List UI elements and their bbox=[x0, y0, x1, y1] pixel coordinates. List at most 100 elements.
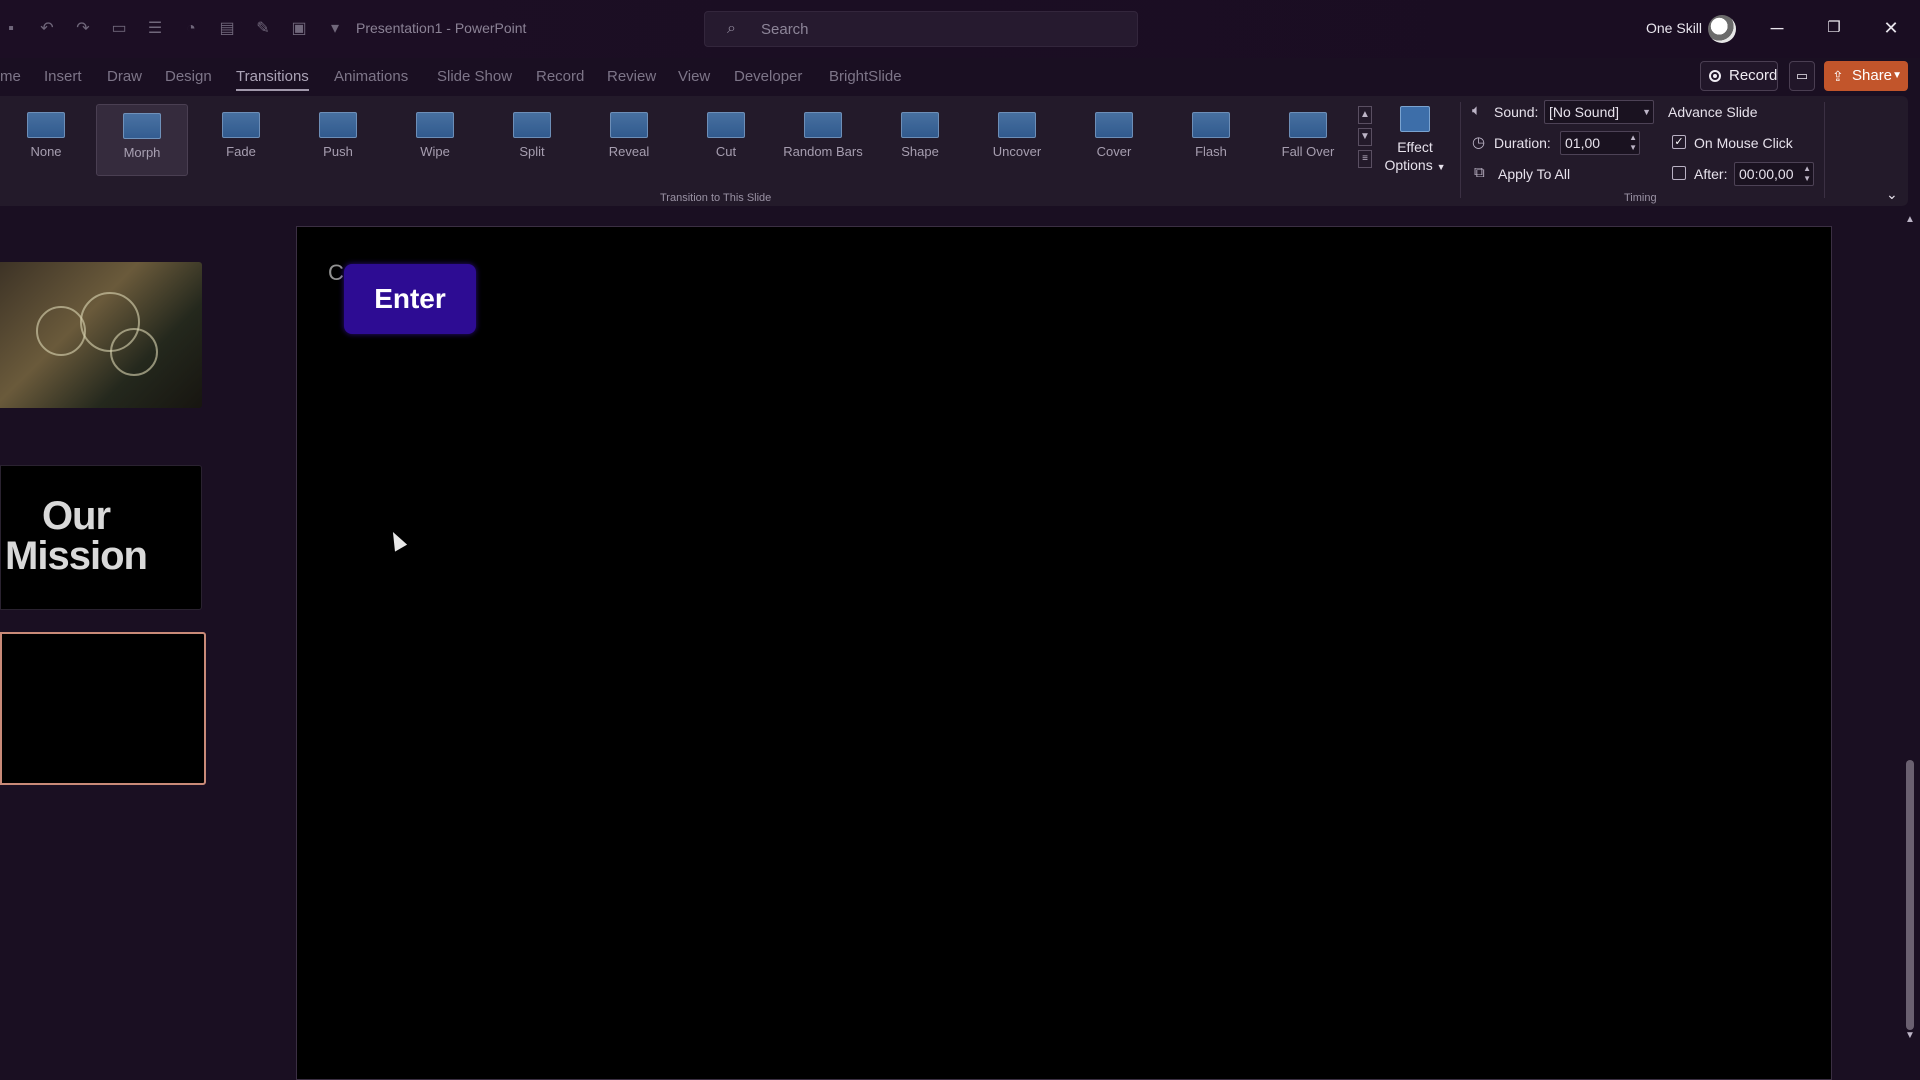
collapse-ribbon-icon[interactable]: ⌄ bbox=[1886, 186, 1898, 203]
sound-value: [No Sound] bbox=[1549, 104, 1620, 120]
transition-thumb-icon bbox=[610, 112, 648, 138]
record-button[interactable]: Record bbox=[1700, 61, 1778, 91]
chevron-down-icon: ▼ bbox=[1436, 162, 1446, 172]
comments-button[interactable]: ▭ bbox=[1789, 61, 1815, 91]
spinner-icon[interactable]: ▲ ▼ bbox=[1629, 133, 1637, 153]
transition-label: Flash bbox=[1195, 144, 1227, 159]
toolbar-icon-4[interactable]: ▤ bbox=[216, 20, 238, 38]
transition-reveal[interactable]: Reveal bbox=[583, 104, 675, 176]
transition-thumb-icon bbox=[998, 112, 1036, 138]
share-button[interactable]: ⇪ Share ▼ bbox=[1824, 61, 1908, 91]
slide-thumbnail-2[interactable]: Our Mission bbox=[0, 465, 202, 610]
scroll-up-icon[interactable]: ▲ bbox=[1905, 214, 1915, 225]
transition-thumb-icon bbox=[707, 112, 745, 138]
transition-thumb-icon bbox=[1192, 112, 1230, 138]
undo-icon[interactable]: ↶ bbox=[36, 20, 58, 38]
toolbar-icon-2[interactable]: ☰ bbox=[144, 20, 166, 38]
transition-label: Fade bbox=[226, 144, 256, 159]
tab-animations[interactable]: Animations bbox=[334, 68, 408, 85]
apply-to-all-button[interactable]: Apply To All bbox=[1498, 166, 1570, 182]
spinner-icon[interactable]: ▲ ▼ bbox=[1803, 164, 1811, 184]
toolbar-icon-1[interactable]: ▭ bbox=[108, 20, 130, 38]
transition-label: Wipe bbox=[420, 144, 450, 159]
toolbar-icon-3[interactable]: ◔ bbox=[180, 20, 202, 38]
sound-label: Sound: bbox=[1494, 104, 1539, 120]
transition-flash[interactable]: Flash bbox=[1165, 104, 1257, 176]
sound-icon: 🔈︎ bbox=[1472, 102, 1482, 119]
effect-options-button[interactable]: Effect Options ▼ bbox=[1378, 106, 1452, 178]
slide-marker: C bbox=[328, 260, 344, 285]
tab-brightslide[interactable]: BrightSlide bbox=[829, 68, 902, 85]
tab-draw[interactable]: Draw bbox=[107, 68, 142, 85]
scrollbar-thumb[interactable] bbox=[1906, 760, 1914, 1030]
transition-thumb-icon bbox=[513, 112, 551, 138]
toolbar-icon-6[interactable]: ▣ bbox=[288, 20, 310, 38]
tab-review[interactable]: Review bbox=[607, 68, 656, 85]
ribbon-separator bbox=[1824, 102, 1825, 198]
advance-slide-label: Advance Slide bbox=[1668, 104, 1758, 120]
transition-shape[interactable]: Shape bbox=[874, 104, 966, 176]
comment-icon: ▭ bbox=[1795, 68, 1809, 83]
autosave-icon[interactable]: ▪ bbox=[0, 20, 22, 38]
ribbon-separator bbox=[1460, 102, 1461, 198]
gallery-scroll-down-icon[interactable]: ▼ bbox=[1358, 128, 1372, 146]
restore-icon[interactable]: ❐ bbox=[1822, 16, 1846, 40]
tab-home[interactable]: me bbox=[0, 68, 21, 85]
transition-push[interactable]: Push bbox=[292, 104, 384, 176]
transition-thumb-icon bbox=[222, 112, 260, 138]
transition-cut[interactable]: Cut bbox=[680, 104, 772, 176]
slide-canvas[interactable] bbox=[296, 226, 1832, 1080]
gallery-scroll-up-icon[interactable]: ▲ bbox=[1358, 106, 1372, 124]
customize-qat-icon[interactable]: ▾ bbox=[324, 20, 346, 38]
tab-slide-show[interactable]: Slide Show bbox=[437, 68, 512, 85]
transition-random-bars[interactable]: Random Bars bbox=[777, 104, 869, 176]
transition-wipe[interactable]: Wipe bbox=[389, 104, 481, 176]
on-mouse-click-checkbox[interactable]: ✓ bbox=[1672, 135, 1686, 149]
transition-label: None bbox=[30, 144, 62, 159]
avatar[interactable] bbox=[1708, 15, 1736, 43]
tab-insert[interactable]: Insert bbox=[44, 68, 82, 85]
slide-thumbnail-1[interactable] bbox=[0, 262, 202, 408]
user-name[interactable]: One Skill bbox=[1646, 20, 1702, 36]
after-field[interactable]: 00:00,00 ▲ ▼ bbox=[1734, 162, 1814, 186]
document-title: Presentation1 - PowerPoint bbox=[356, 20, 527, 36]
chevron-down-icon: ▼ bbox=[1892, 70, 1902, 81]
transition-label: Shape bbox=[901, 144, 939, 159]
search-placeholder: Search bbox=[761, 21, 809, 38]
transition-fall-over[interactable]: Fall Over bbox=[1262, 104, 1354, 176]
transition-none[interactable]: None bbox=[0, 104, 92, 176]
tab-transitions[interactable]: Transitions bbox=[236, 68, 309, 91]
minimize-icon[interactable]: ─ bbox=[1765, 16, 1789, 40]
apply-all-icon: ⧉ bbox=[1474, 164, 1485, 181]
clock-icon: ◷ bbox=[1472, 134, 1486, 151]
close-icon[interactable]: ✕ bbox=[1879, 16, 1903, 40]
tab-record[interactable]: Record bbox=[536, 68, 584, 85]
transition-cover[interactable]: Cover bbox=[1068, 104, 1160, 176]
toolbar-icon-5[interactable]: ✎ bbox=[252, 20, 274, 38]
tab-design[interactable]: Design bbox=[165, 68, 212, 85]
sound-dropdown[interactable]: [No Sound] ▼ bbox=[1544, 100, 1654, 124]
transition-morph[interactable]: Morph bbox=[96, 104, 188, 176]
enter-button[interactable]: Enter bbox=[344, 264, 476, 334]
thumbnail-title: Our Mission bbox=[1, 496, 151, 576]
transition-label: Uncover bbox=[992, 144, 1042, 159]
transition-thumb-icon bbox=[901, 112, 939, 138]
slide-thumbnail-3[interactable] bbox=[0, 632, 206, 785]
search-box[interactable]: ⌕ Search bbox=[704, 11, 1138, 47]
after-label: After: bbox=[1694, 166, 1728, 182]
scroll-down-icon[interactable]: ▼ bbox=[1905, 1030, 1915, 1041]
tab-view[interactable]: View bbox=[678, 68, 710, 85]
transition-fade[interactable]: Fade bbox=[195, 104, 287, 176]
transition-label: Morph bbox=[123, 145, 161, 160]
transition-uncover[interactable]: Uncover bbox=[971, 104, 1063, 176]
transition-split[interactable]: Split bbox=[486, 104, 578, 176]
duration-field[interactable]: 01,00 ▲ ▼ bbox=[1560, 131, 1640, 155]
chevron-down-icon: ▼ bbox=[1642, 107, 1651, 117]
after-checkbox[interactable] bbox=[1672, 166, 1686, 180]
transition-label: Fall Over bbox=[1281, 144, 1335, 159]
redo-icon[interactable]: ↷ bbox=[72, 20, 94, 38]
vertical-scrollbar[interactable]: ▲ ▼ bbox=[1903, 214, 1917, 1080]
gallery-more-icon[interactable]: ≡ bbox=[1358, 150, 1372, 168]
thumbnail-title-line-1: Our bbox=[41, 494, 111, 538]
tab-developer[interactable]: Developer bbox=[734, 68, 802, 85]
